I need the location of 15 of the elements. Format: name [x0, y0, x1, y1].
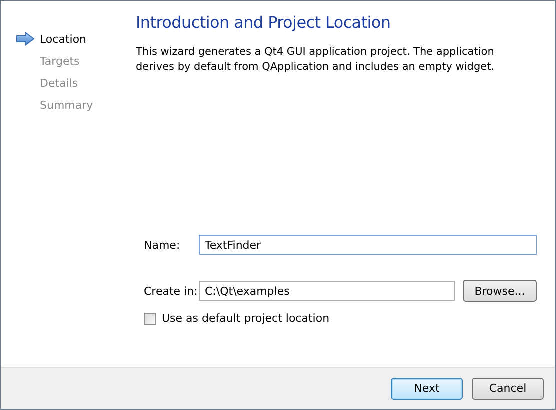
description-text: This wizard generates a Qt4 GUI application project. The application derives by default from QApplication and includes an empty widget.: [136, 45, 496, 75]
step-label: Targets: [40, 54, 80, 68]
location-field[interactable]: C:\Qt\examples: [199, 281, 455, 301]
name-label: Name:: [144, 238, 182, 252]
page-title: Introduction and Project Location: [136, 13, 392, 32]
name-field[interactable]: TextFinder: [199, 235, 537, 255]
next-button[interactable]: Next: [391, 378, 463, 400]
create-in-label: Create in:: [144, 284, 199, 298]
browse-button[interactable]: Browse...: [463, 280, 537, 302]
checkbox[interactable]: [144, 312, 156, 324]
step-label: Location: [40, 32, 87, 46]
checkbox-label: Use as default project location: [162, 312, 330, 325]
step-label: Details: [40, 76, 78, 90]
cancel-button[interactable]: Cancel: [472, 378, 544, 400]
step-label: Summary: [40, 98, 94, 112]
